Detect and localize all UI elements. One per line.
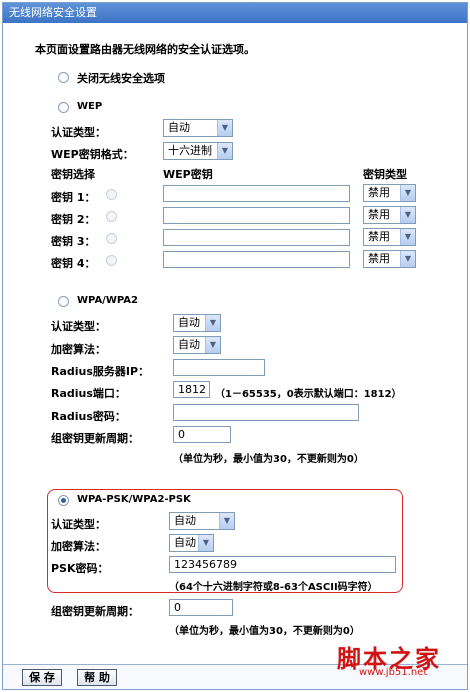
radio-disable-security[interactable]	[58, 72, 69, 83]
psk-group-key-input[interactable]: 0	[169, 599, 233, 616]
radius-port-label: Radius端口：	[51, 387, 126, 400]
wpa-group-key-hint: （单位为秒，最小值为30，不更新则为0）	[173, 454, 364, 465]
psk-auth-type-select[interactable]: 自动 ▼	[169, 512, 235, 530]
radius-password-input[interactable]	[173, 404, 359, 421]
wep-key-3-input[interactable]	[163, 229, 350, 246]
wep-key-3-radio[interactable]	[106, 233, 117, 244]
wpa-encryption-select[interactable]: 自动 ▼	[173, 336, 221, 354]
wep-key-format-value: 十六进制	[168, 144, 212, 157]
psk-encryption-select[interactable]: 自动 ▼	[169, 534, 214, 552]
watermark-url: www.jb51.net	[359, 667, 428, 678]
chevron-down-icon: ▼	[205, 315, 220, 331]
wpa-auth-type-label: 认证类型：	[51, 320, 106, 333]
psk-group-key-hint: （单位为秒，最小值为30，不更新则为0）	[169, 626, 360, 637]
psk-password-label: PSK密码：	[51, 562, 109, 575]
chevron-down-icon: ▼	[400, 251, 415, 267]
chevron-down-icon: ▼	[217, 120, 232, 136]
save-button[interactable]: 保 存	[22, 669, 62, 686]
radius-port-hint: （1－65535，0表示默认端口：1812）	[215, 389, 402, 400]
wep-key-1-radio[interactable]	[106, 189, 117, 200]
wpa-encryption-label: 加密算法：	[51, 343, 106, 356]
wpa-auth-type-select[interactable]: 自动 ▼	[173, 314, 221, 332]
psk-auth-type-label: 认证类型：	[51, 518, 106, 531]
radio-wep[interactable]	[58, 102, 69, 113]
wpa-psk-label: WPA-PSK/WPA2-PSK	[77, 494, 191, 505]
wep-key-4-radio[interactable]	[106, 255, 117, 266]
chevron-down-icon: ▼	[205, 337, 220, 353]
wpa-label: WPA/WPA2	[77, 295, 138, 306]
wep-key-format-label: WEP密钥格式：	[51, 148, 134, 161]
psk-encryption-value: 自动	[174, 536, 196, 549]
radio-wpa[interactable]	[58, 296, 69, 307]
wpa-encryption-value: 自动	[178, 338, 200, 351]
radio-wpa-psk[interactable]	[58, 495, 69, 506]
wep-key-3-type-value: 禁用	[368, 230, 390, 243]
psk-group-key-label: 组密钥更新周期：	[51, 605, 139, 618]
wep-key-4-type-select[interactable]: 禁用 ▼	[363, 250, 416, 268]
wep-key-3-type-select[interactable]: 禁用 ▼	[363, 228, 416, 246]
chevron-down-icon: ▼	[219, 513, 234, 529]
wep-key-2-label: 密钥 2：	[51, 213, 96, 226]
wep-key-4-label: 密钥 4：	[51, 257, 96, 270]
wpa-auth-type-value: 自动	[178, 316, 200, 329]
radius-password-label: Radius密码：	[51, 410, 126, 423]
wep-key-4-type-value: 禁用	[368, 252, 390, 265]
col-key-select: 密钥选择	[51, 168, 95, 181]
wep-auth-type-label: 认证类型：	[51, 126, 106, 139]
window-title: 无线网络安全设置	[3, 3, 467, 23]
wep-key-1-type-select[interactable]: 禁用 ▼	[363, 184, 416, 202]
wpa-group-key-input[interactable]: 0	[173, 426, 231, 443]
wep-auth-type-select[interactable]: 自动 ▼	[163, 119, 233, 137]
col-key-type: 密钥类型	[363, 168, 407, 181]
psk-encryption-label: 加密算法：	[51, 540, 106, 553]
wep-label: WEP	[77, 101, 103, 112]
settings-frame: 无线网络安全设置 本页面设置路由器无线网络的安全认证选项。 关闭无线安全选项 W…	[2, 2, 468, 690]
intro-text: 本页面设置路由器无线网络的安全认证选项。	[35, 43, 255, 56]
psk-password-input[interactable]: 123456789	[169, 556, 396, 573]
wep-key-1-input[interactable]	[163, 185, 350, 202]
wep-key-1-label: 密钥 1：	[51, 191, 96, 204]
wep-key-3-label: 密钥 3：	[51, 235, 96, 248]
wep-key-2-type-value: 禁用	[368, 208, 390, 221]
radius-port-input[interactable]: 1812	[173, 381, 210, 398]
chevron-down-icon: ▼	[400, 185, 415, 201]
wep-key-2-type-select[interactable]: 禁用 ▼	[363, 206, 416, 224]
wep-key-2-input[interactable]	[163, 207, 350, 224]
wep-key-2-radio[interactable]	[106, 211, 117, 222]
wep-key-format-select[interactable]: 十六进制 ▼	[163, 142, 233, 160]
help-button[interactable]: 帮 助	[77, 669, 117, 686]
radius-ip-input[interactable]	[173, 359, 265, 376]
wep-key-4-input[interactable]	[163, 251, 350, 268]
col-wep-key: WEP密钥	[163, 168, 213, 181]
psk-auth-type-value: 自动	[174, 514, 196, 527]
chevron-down-icon: ▼	[198, 535, 213, 551]
chevron-down-icon: ▼	[400, 207, 415, 223]
wep-key-1-type-value: 禁用	[368, 186, 390, 199]
wep-auth-type-value: 自动	[168, 121, 190, 134]
chevron-down-icon: ▼	[400, 229, 415, 245]
radius-ip-label: Radius服务器IP：	[51, 365, 150, 378]
wpa-group-key-label: 组密钥更新周期：	[51, 432, 139, 445]
chevron-down-icon: ▼	[217, 143, 232, 159]
disable-security-label: 关闭无线安全选项	[77, 72, 165, 85]
psk-password-hint: （64个十六进制字符或8-63个ASCII码字符）	[169, 582, 378, 593]
